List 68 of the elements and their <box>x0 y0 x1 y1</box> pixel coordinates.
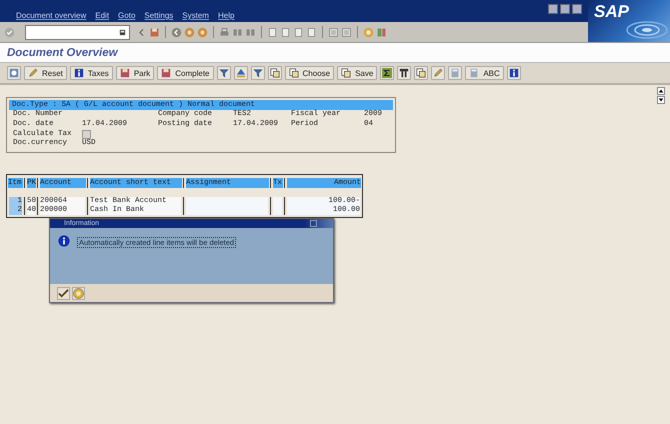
toolbar-button[interactable]: Save <box>337 66 378 80</box>
dropdown-icon[interactable] <box>119 28 126 36</box>
toolbar-icon-button[interactable] <box>268 66 282 80</box>
page-icon[interactable] <box>293 26 304 38</box>
back-icon[interactable] <box>171 26 182 38</box>
scroll-down-icon[interactable] <box>657 96 665 104</box>
toolbar-icon-button[interactable] <box>380 66 394 80</box>
page-icon[interactable] <box>306 26 317 38</box>
copy-icon <box>416 68 426 78</box>
toolbar-button[interactable]: Complete <box>157 66 214 80</box>
pencil-icon <box>28 68 38 78</box>
help-icon[interactable] <box>363 26 374 38</box>
toolbar-button[interactable]: ABC <box>465 66 504 80</box>
check-icon[interactable] <box>4 26 15 38</box>
logo-text: SAP <box>594 2 629 22</box>
pencil-icon <box>433 68 444 78</box>
toolbar-button[interactable]: Choose <box>284 66 334 80</box>
confirm-button[interactable] <box>57 286 70 300</box>
copy-icon <box>288 68 299 78</box>
toolbar-icon-button[interactable] <box>397 66 412 80</box>
toolbar-button[interactable]: Taxes <box>70 66 113 80</box>
window-icon[interactable] <box>341 26 352 38</box>
check-icon <box>58 288 69 298</box>
toolbar-button[interactable]: Reset <box>24 66 67 80</box>
close-icon[interactable] <box>310 220 317 227</box>
close-icon[interactable] <box>572 4 582 14</box>
minimize-icon[interactable] <box>548 4 558 14</box>
help-button[interactable] <box>72 286 85 300</box>
command-field[interactable] <box>25 24 130 40</box>
info-icon <box>58 235 70 247</box>
filter-icon <box>252 68 263 78</box>
copy-icon <box>270 68 280 78</box>
maximize-icon[interactable] <box>560 4 570 14</box>
save-icon <box>120 68 130 78</box>
table-cell <box>271 206 285 216</box>
menu-item[interactable]: Document overview <box>16 11 86 20</box>
window-icon[interactable] <box>328 26 339 38</box>
checkbox[interactable] <box>82 130 91 139</box>
info-icon <box>508 68 519 78</box>
menu-item[interactable]: System <box>182 11 209 20</box>
calculator-icon <box>450 68 460 78</box>
page-icon[interactable] <box>280 26 291 38</box>
toolbar-button[interactable]: Park <box>116 66 154 80</box>
help-icon <box>73 288 84 298</box>
sort-icon <box>236 68 246 78</box>
ripple-icon <box>626 21 668 39</box>
table-cell <box>271 197 285 206</box>
page-icon[interactable] <box>267 26 278 38</box>
menu-item[interactable]: Goto <box>118 11 136 20</box>
menu-item[interactable]: Settings <box>144 11 174 20</box>
toolbar-icon-button[interactable] <box>250 66 265 80</box>
menu-item[interactable]: Edit <box>95 11 110 20</box>
page-title: Document Overview <box>7 46 118 58</box>
copy-icon <box>341 68 352 78</box>
sum-icon <box>382 68 392 78</box>
scroll-up-icon[interactable] <box>657 87 665 95</box>
layout-icon[interactable] <box>376 26 387 38</box>
toolbar-icon-button[interactable] <box>506 66 521 80</box>
save-icon <box>161 68 172 78</box>
calculator-icon <box>469 68 480 78</box>
menu-item[interactable]: Help <box>218 11 234 20</box>
filter-icon <box>218 68 229 78</box>
save-icon[interactable] <box>149 26 160 38</box>
table-icon <box>399 68 410 78</box>
toolbar-icon-button[interactable] <box>216 66 231 80</box>
toolbar-icon-button[interactable] <box>414 66 428 80</box>
print-icon[interactable] <box>219 26 230 38</box>
info-icon <box>74 68 84 78</box>
